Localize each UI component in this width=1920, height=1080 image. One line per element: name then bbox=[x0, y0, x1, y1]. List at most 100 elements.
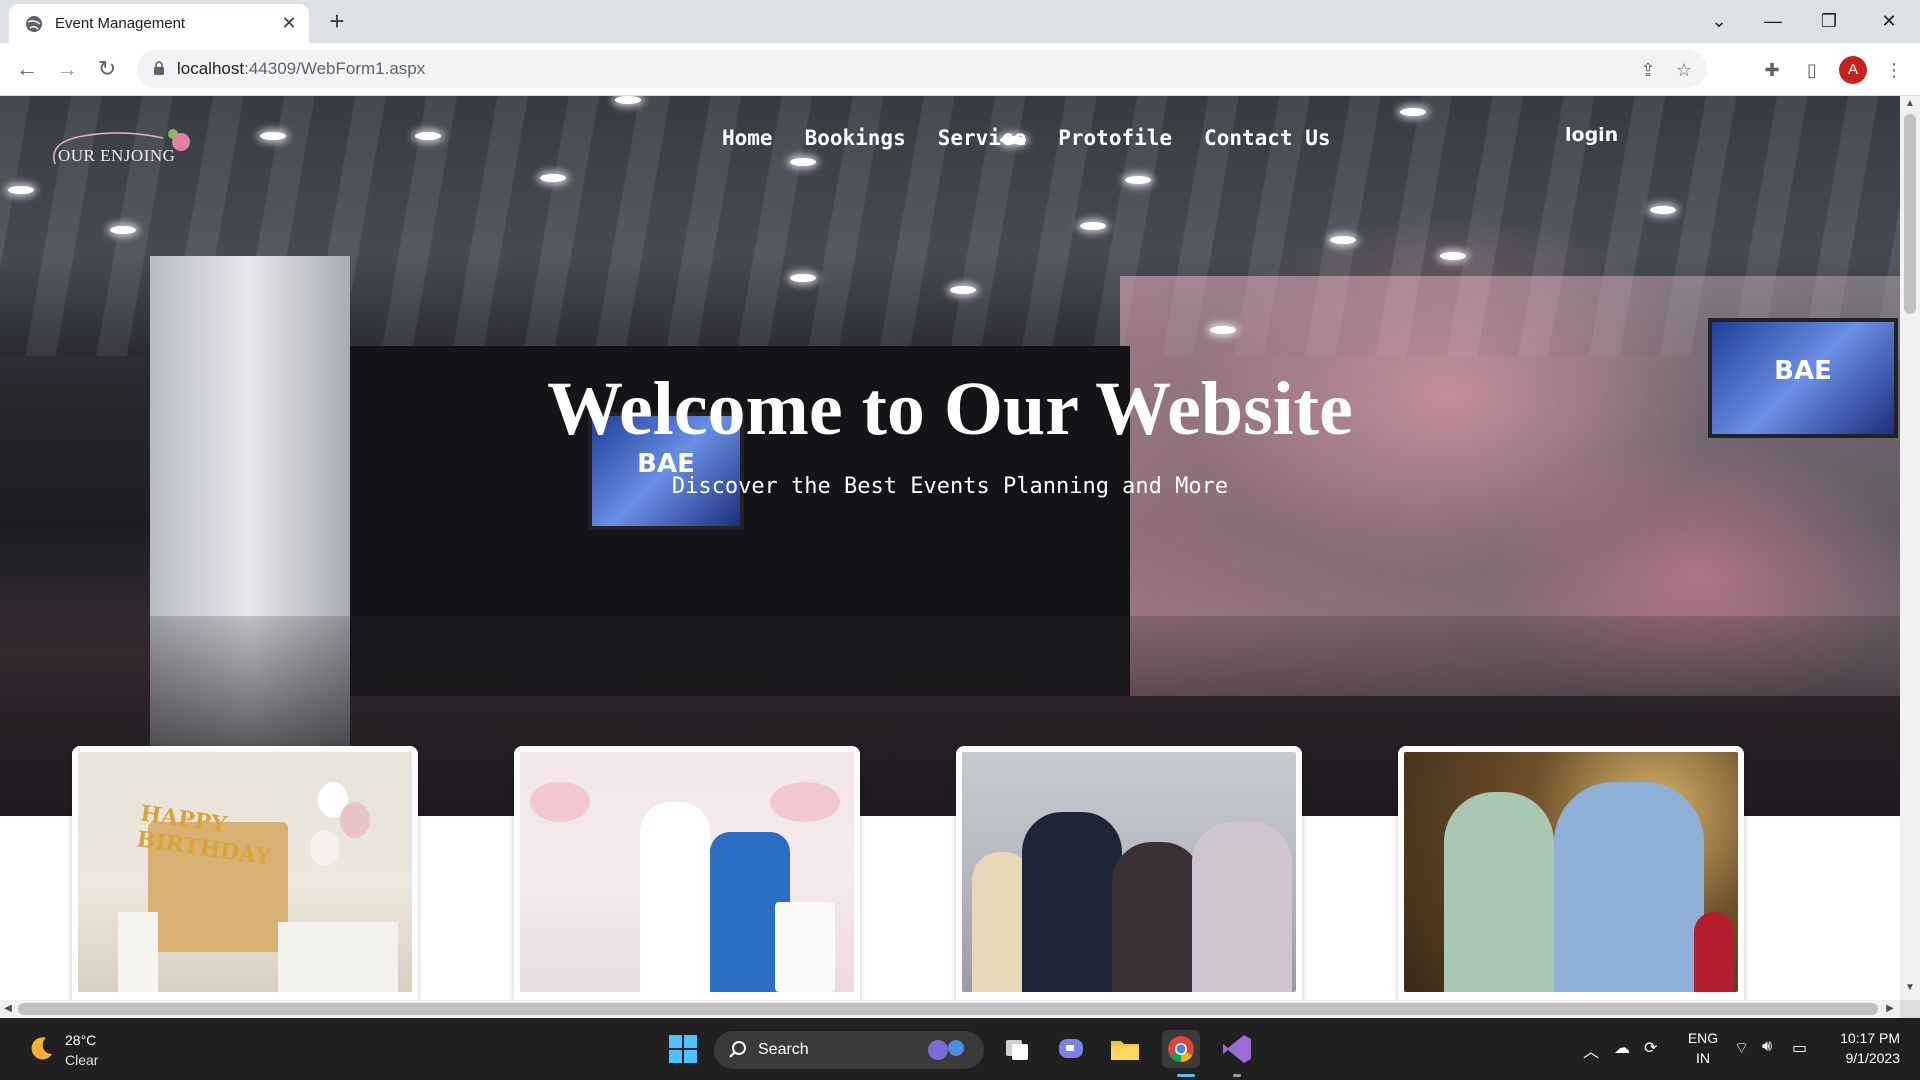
search-label: Search bbox=[758, 1041, 809, 1058]
lock-icon bbox=[154, 61, 164, 75]
guest bbox=[1022, 812, 1122, 992]
ceiling-light bbox=[415, 132, 441, 140]
close-window-button[interactable]: ✕ bbox=[1866, 6, 1912, 36]
ceiling-light bbox=[1400, 108, 1426, 116]
moon-icon[interactable] bbox=[26, 1034, 56, 1064]
horizontal-scrollbar[interactable]: ◀ ▶ bbox=[0, 1000, 1900, 1018]
teams-chat-icon[interactable] bbox=[1052, 1030, 1090, 1068]
menu-kebab-icon[interactable]: ⋮ bbox=[1880, 56, 1908, 84]
side-panel-icon[interactable]: ▯ bbox=[1798, 56, 1826, 84]
tab-title: Event Management bbox=[55, 15, 186, 32]
scroll-right-arrow-icon[interactable]: ▶ bbox=[1882, 1000, 1898, 1018]
bookmark-star-icon[interactable]: ☆ bbox=[1673, 59, 1695, 81]
task-view-icon[interactable] bbox=[998, 1030, 1036, 1068]
weather-description[interactable]: Clear bbox=[65, 1052, 98, 1068]
chrome-icon[interactable] bbox=[1162, 1030, 1200, 1068]
scroll-thumb[interactable] bbox=[18, 1003, 1878, 1015]
share-icon[interactable]: ⇪ bbox=[1637, 59, 1659, 81]
search-highlight-icon bbox=[928, 1040, 964, 1060]
ceiling-light bbox=[615, 96, 641, 104]
chevron-up-icon[interactable]: ︿ bbox=[1583, 1038, 1599, 1062]
nav-contact-us[interactable]: Contact Us bbox=[1204, 126, 1330, 158]
page-viewport: BAE BAE OUR ENJOING Home Bookings Servic… bbox=[0, 96, 1900, 1000]
birthday-photo: HAPPY BIRTHDAY bbox=[78, 752, 412, 992]
flowers bbox=[770, 782, 840, 822]
nav-home[interactable]: Home bbox=[722, 126, 773, 158]
onedrive-cloud-icon[interactable]: ☁ bbox=[1614, 1038, 1630, 1058]
nav-protofile[interactable]: Protofile bbox=[1058, 126, 1172, 158]
weather-temperature[interactable]: 28°C bbox=[65, 1032, 96, 1048]
back-button[interactable]: ← bbox=[12, 55, 42, 85]
site-logo[interactable]: OUR ENJOING bbox=[38, 116, 198, 176]
tab-strip: Event Management ✕ + ⌄ — ❐ ✕ bbox=[0, 0, 1920, 43]
main-nav: Home Bookings Service Protofile Contact … bbox=[722, 126, 1362, 158]
minimize-button[interactable]: — bbox=[1750, 6, 1796, 36]
clock-time[interactable]: 10:17 PM bbox=[1830, 1030, 1900, 1046]
new-tab-button[interactable]: + bbox=[324, 8, 350, 35]
dinner-photo bbox=[1404, 752, 1738, 992]
event-card-party[interactable] bbox=[956, 746, 1302, 1000]
nav-service[interactable]: Service bbox=[938, 126, 1027, 158]
scroll-thumb[interactable] bbox=[1904, 114, 1916, 314]
url-path: :44309/WebForm1.aspx bbox=[244, 59, 426, 78]
login-link[interactable]: login bbox=[1565, 124, 1618, 146]
clock-date[interactable]: 9/1/2023 bbox=[1830, 1050, 1901, 1066]
battery-icon[interactable]: ▭ bbox=[1792, 1038, 1807, 1058]
guest bbox=[1444, 792, 1554, 992]
scroll-left-arrow-icon[interactable]: ◀ bbox=[0, 1000, 16, 1018]
hero-banner: BAE BAE OUR ENJOING Home Bookings Servic… bbox=[0, 96, 1900, 816]
ceiling-light bbox=[1125, 176, 1151, 184]
scroll-down-arrow-icon[interactable]: ▼ bbox=[1900, 980, 1920, 996]
close-tab-icon[interactable]: ✕ bbox=[279, 13, 299, 33]
language-region[interactable]: IN bbox=[1683, 1050, 1723, 1066]
extensions-puzzle-icon[interactable]: ✚ bbox=[1758, 56, 1786, 84]
event-card-dinner[interactable] bbox=[1398, 746, 1744, 1000]
taskbar-search[interactable]: Search bbox=[714, 1031, 984, 1069]
ceiling-light bbox=[1330, 236, 1356, 244]
sync-icon[interactable]: ⟳ bbox=[1644, 1038, 1657, 1058]
hero-subheadline: Discover the Best Events Planning and Mo… bbox=[671, 474, 1229, 499]
globe-icon bbox=[26, 16, 42, 32]
balloon-pink bbox=[340, 802, 370, 838]
event-card-wedding[interactable] bbox=[514, 746, 860, 1000]
guest bbox=[1554, 782, 1704, 992]
guest bbox=[1192, 822, 1292, 992]
volume-icon[interactable]: 🔊︎ bbox=[1762, 1038, 1772, 1056]
browser-tab-active[interactable]: Event Management ✕ bbox=[9, 4, 309, 43]
scroll-up-arrow-icon[interactable]: ▲ bbox=[1900, 96, 1920, 112]
sofa bbox=[278, 922, 398, 992]
address-bar[interactable]: localhost:44309/WebForm1.aspx ⇪ ☆ bbox=[137, 50, 1707, 88]
url-text: localhost:44309/WebForm1.aspx bbox=[177, 59, 425, 79]
search-icon bbox=[729, 1041, 746, 1058]
restore-button[interactable]: ❐ bbox=[1806, 6, 1852, 36]
file-explorer-icon[interactable] bbox=[1106, 1030, 1144, 1068]
stage-screen-text: BAE bbox=[1774, 355, 1832, 386]
ceiling-light bbox=[540, 174, 566, 182]
stage-screen-right: BAE bbox=[1708, 318, 1898, 438]
url-host: localhost bbox=[177, 59, 245, 78]
ceiling-light bbox=[1650, 206, 1676, 214]
reload-button[interactable]: ↻ bbox=[92, 55, 122, 85]
ceiling-light bbox=[1080, 222, 1106, 230]
visual-studio-icon[interactable] bbox=[1218, 1030, 1256, 1068]
ceiling-light bbox=[110, 226, 136, 234]
vertical-scrollbar[interactable]: ▲ ▼ bbox=[1900, 96, 1920, 1000]
ceiling-light bbox=[1440, 252, 1466, 260]
nav-bookings[interactable]: Bookings bbox=[805, 126, 906, 158]
language-code[interactable]: ENG bbox=[1683, 1030, 1723, 1046]
active-app-indicator bbox=[1177, 1074, 1195, 1077]
bride-dress bbox=[640, 802, 710, 992]
ceiling-light bbox=[950, 286, 976, 294]
event-card-birthday[interactable]: HAPPY BIRTHDAY bbox=[72, 746, 418, 1000]
ceiling-light bbox=[1210, 326, 1236, 334]
ceiling-light bbox=[790, 158, 816, 166]
wifi-icon[interactable]: ⌔ bbox=[1734, 1038, 1749, 1058]
running-app-indicator bbox=[1233, 1074, 1241, 1077]
party-photo bbox=[962, 752, 1296, 992]
windows-start-icon[interactable] bbox=[664, 1030, 702, 1068]
forward-button[interactable]: → bbox=[52, 55, 82, 85]
ceiling-light bbox=[260, 132, 286, 140]
sofa bbox=[118, 912, 158, 992]
profile-avatar[interactable]: A bbox=[1839, 56, 1867, 84]
chevron-down-icon[interactable]: ⌄ bbox=[1696, 6, 1742, 36]
